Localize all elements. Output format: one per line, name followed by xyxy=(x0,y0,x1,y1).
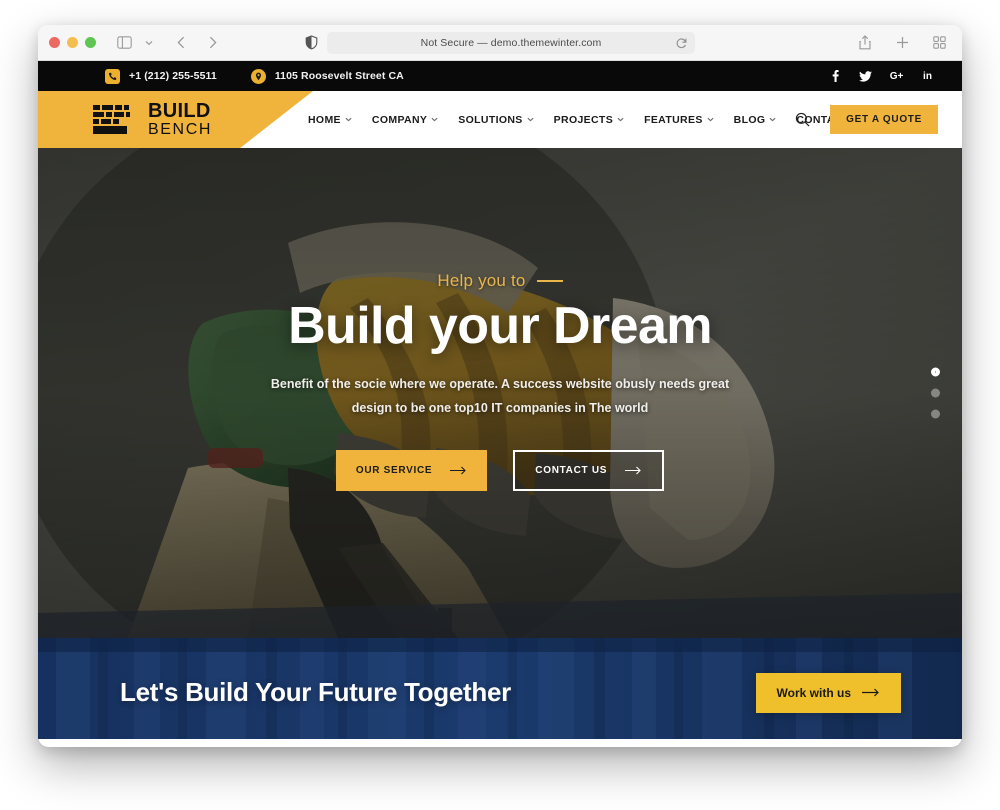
linkedin-icon[interactable]: in xyxy=(921,70,934,83)
reload-icon[interactable] xyxy=(676,37,687,49)
contact-us-label: CONTACT US xyxy=(535,464,608,476)
cta-band: Let's Build Your Future Together Work wi… xyxy=(38,638,962,747)
hero-buttons: OUR SERVICE CONTACT US xyxy=(335,449,665,491)
hero-title: Build your Dream xyxy=(288,297,712,356)
hero-section: Help you to Build your Dream Benefit of … xyxy=(38,148,962,638)
nav-label: BLOG xyxy=(733,113,766,126)
nav-item-company[interactable]: COMPANY xyxy=(372,114,438,126)
main-navigation: HOME COMPANY SOLUTIONS PROJECTS FEATURES… xyxy=(308,91,860,148)
header-actions: GET A QUOTE xyxy=(795,91,938,148)
hero-eyebrow-text: Help you to xyxy=(437,271,526,291)
twitter-icon[interactable] xyxy=(859,70,872,83)
sidebar-chevron-down-icon[interactable] xyxy=(139,33,159,53)
search-icon[interactable] xyxy=(795,112,810,127)
our-service-label: OUR SERVICE xyxy=(355,464,433,476)
plus-icon[interactable] xyxy=(892,33,912,53)
work-with-us-label: Work with us xyxy=(776,685,851,700)
hero-content: Help you to Build your Dream Benefit of … xyxy=(38,148,962,638)
logo-wedge: BUILD BENCH xyxy=(38,91,313,148)
browser-toolbar: Not Secure — demo.themewinter.com xyxy=(38,25,962,61)
tab-overview-icon[interactable] xyxy=(929,33,949,53)
chevron-down-icon xyxy=(431,117,438,122)
slider-dot-2[interactable] xyxy=(931,388,940,398)
window-controls xyxy=(49,37,96,48)
logo-line-1: BUILD xyxy=(148,100,211,122)
site-logo[interactable]: BUILD BENCH xyxy=(93,101,212,138)
phone-contact[interactable]: +1 (212) 255-5511 xyxy=(105,68,217,84)
nav-item-solutions[interactable]: SOLUTIONS xyxy=(458,113,534,126)
cta-band-title: Let's Build Your Future Together xyxy=(120,677,511,707)
screenshot-root: Not Secure — demo.themewinter.com +1 (21… xyxy=(0,0,1000,810)
back-arrow-icon[interactable] xyxy=(171,33,191,53)
page-viewport: +1 (212) 255-5511 1105 Roosevelt Street … xyxy=(38,61,962,747)
cta-band-content: Let's Build Your Future Together Work wi… xyxy=(38,638,962,747)
contact-us-button[interactable]: CONTACT US xyxy=(513,449,665,491)
work-with-us-button[interactable]: Work with us xyxy=(755,672,901,713)
logo-wordmark: BUILD BENCH xyxy=(148,101,212,138)
maximize-window-button[interactable] xyxy=(85,37,96,48)
arrow-right-icon xyxy=(450,466,467,475)
facebook-icon[interactable] xyxy=(829,70,842,83)
our-service-button[interactable]: OUR SERVICE xyxy=(335,449,488,491)
nav-item-projects[interactable]: PROJECTS xyxy=(554,114,624,126)
nav-label: COMPANY xyxy=(371,113,428,126)
nav-label: SOLUTIONS xyxy=(458,113,523,126)
nav-label: HOME xyxy=(308,113,341,126)
arrow-right-icon xyxy=(862,688,879,697)
sidebar-icon[interactable] xyxy=(114,33,134,53)
eyebrow-dash-icon xyxy=(536,280,563,283)
google-plus-icon[interactable]: G+ xyxy=(889,70,904,83)
chevron-down-icon xyxy=(769,117,776,122)
nav-item-home[interactable]: HOME xyxy=(308,114,352,126)
minimize-window-button[interactable] xyxy=(67,37,78,48)
url-input[interactable]: Not Secure — demo.themewinter.com xyxy=(327,31,695,54)
location-pin-icon xyxy=(250,68,266,84)
address-text: 1105 Roosevelt Street CA xyxy=(274,70,404,82)
slider-dot-1[interactable] xyxy=(931,367,940,377)
logo-line-2: BENCH xyxy=(148,121,213,138)
top-info-bar: +1 (212) 255-5511 1105 Roosevelt Street … xyxy=(38,61,962,91)
nav-item-blog[interactable]: BLOG xyxy=(734,114,777,126)
chevron-down-icon xyxy=(345,117,352,122)
share-icon[interactable] xyxy=(855,33,875,53)
slider-dot-3[interactable] xyxy=(931,409,940,419)
close-window-button[interactable] xyxy=(49,37,60,48)
nav-label: PROJECTS xyxy=(553,113,614,126)
hero-subtitle: Benefit of the socie where we operate. A… xyxy=(270,377,730,415)
browser-window: Not Secure — demo.themewinter.com +1 (21… xyxy=(38,25,962,747)
brick-logo-icon xyxy=(93,104,130,134)
arrow-right-icon xyxy=(625,466,641,475)
site-header: BUILD BENCH HOME COMPANY SOLUTIONS PROJE… xyxy=(38,91,962,148)
phone-number: +1 (212) 255-5511 xyxy=(129,70,217,82)
page-bottom-strip xyxy=(38,739,962,747)
chevron-down-icon xyxy=(617,117,624,122)
address-bar-area: Not Secure — demo.themewinter.com xyxy=(305,31,695,54)
chevron-down-icon xyxy=(707,117,714,122)
nav-label: FEATURES xyxy=(644,113,703,126)
forward-arrow-icon[interactable] xyxy=(203,33,223,53)
address-contact[interactable]: 1105 Roosevelt Street CA xyxy=(250,68,404,84)
chevron-down-icon xyxy=(527,117,534,122)
url-text: Not Secure — demo.themewinter.com xyxy=(420,36,602,49)
phone-icon xyxy=(105,68,120,84)
slider-pagination xyxy=(931,367,940,419)
nav-item-features[interactable]: FEATURES xyxy=(644,114,714,126)
shield-icon[interactable] xyxy=(305,35,318,50)
get-a-quote-button[interactable]: GET A QUOTE xyxy=(830,105,938,134)
hero-eyebrow: Help you to xyxy=(437,271,563,291)
social-links: G+ in xyxy=(829,70,934,83)
